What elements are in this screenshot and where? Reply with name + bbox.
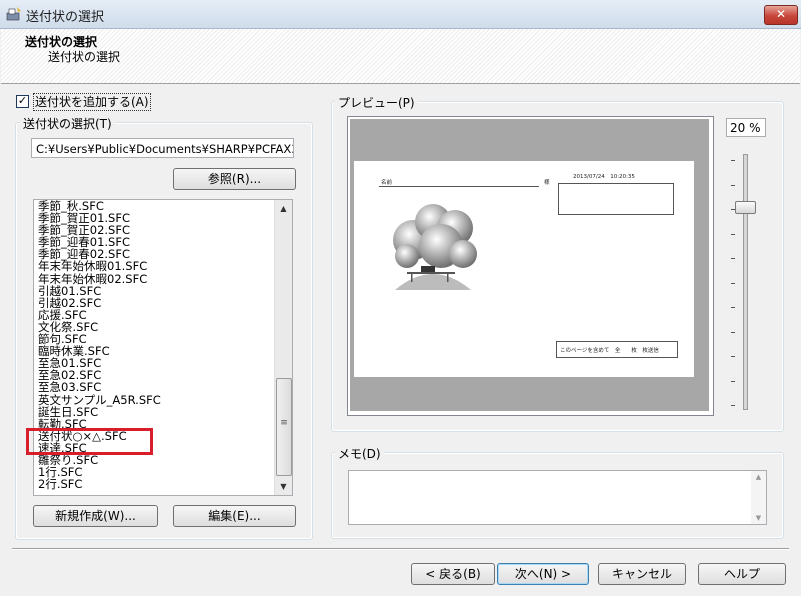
zoom-slider-thumb[interactable]: [735, 201, 756, 214]
list-item[interactable]: 英文サンプル_A5R.SFC: [38, 393, 274, 406]
list-scrollbar[interactable]: ▲ ≡ ▼: [274, 200, 292, 495]
new-coversheet-button[interactable]: 新規作成(W)...: [33, 505, 158, 527]
list-item[interactable]: 誕生日.SFC: [38, 406, 274, 418]
list-item[interactable]: 引越01.SFC: [38, 285, 274, 297]
fax-app-icon: [6, 7, 21, 21]
memo-group-label: メモ(D): [335, 445, 384, 462]
slider-tick: [731, 184, 735, 186]
slider-tick: [731, 282, 735, 284]
coversheet-group-label: 送付状の選択(T): [20, 115, 115, 132]
grip-icon: ≡: [280, 418, 288, 428]
preview-pages-box: このページを含めて 全 枚 枚送信: [556, 341, 678, 358]
scroll-down-arrow-icon[interactable]: ▼: [275, 478, 292, 495]
title-bar: 送付状の選択 ✕: [0, 0, 801, 29]
browse-button[interactable]: 参照(R)...: [173, 168, 296, 190]
wizard-header: 送付状の選択 送付状の選択: [1, 29, 800, 84]
memo-textarea[interactable]: ▲ ▼: [348, 470, 767, 525]
slider-tick: [731, 380, 735, 382]
next-button[interactable]: 次へ(N) >: [497, 563, 589, 585]
slider-tick: [731, 331, 735, 333]
memo-scroll-down-icon[interactable]: ▼: [751, 514, 766, 522]
back-button[interactable]: < 戻る(B): [411, 563, 495, 585]
add-coversheet-checkbox[interactable]: ✓: [16, 95, 29, 108]
slider-tick: [731, 356, 735, 357]
slider-tick: [731, 233, 735, 235]
memo-scroll-up-icon[interactable]: ▲: [751, 473, 766, 481]
preview-honorific: 様: [544, 180, 550, 186]
add-coversheet-label[interactable]: 送付状を追加する(A): [33, 93, 151, 111]
list-item[interactable]: 年末年始休暇02.SFC: [38, 273, 274, 285]
folder-path-field[interactable]: C:¥Users¥Public¥Documents¥SHARP¥PCFAX3¥C…: [31, 138, 294, 158]
slider-tick: [731, 160, 735, 161]
header-subtitle: 送付状の選択: [48, 50, 121, 64]
preview-name-line: [379, 186, 539, 187]
preview-datetime: 2013/07/24 10:20:35: [573, 174, 635, 180]
preview-address-box: [558, 183, 674, 215]
cancel-button[interactable]: キャンセル: [598, 563, 686, 585]
list-item[interactable]: 2行.SFC: [38, 478, 274, 490]
slider-tick: [731, 307, 735, 308]
slider-tick: [731, 258, 735, 259]
add-coversheet-row[interactable]: ✓ 送付状を追加する(A): [16, 93, 316, 113]
list-item[interactable]: 至急03.SFC: [38, 381, 274, 393]
close-button[interactable]: ✕: [764, 5, 798, 25]
scroll-thumb[interactable]: ≡: [276, 378, 292, 476]
preview-name-label: 名前: [381, 180, 393, 186]
preview-clipart-illustration: [393, 204, 477, 290]
preview-page: 名前 様 2013/07/24 10:20:35 このページを含めて 全 枚 枚…: [354, 161, 694, 377]
preview-group-label: プレビュー(P): [335, 94, 418, 111]
scroll-up-arrow-icon[interactable]: ▲: [275, 200, 292, 217]
memo-scrollbar[interactable]: ▲ ▼: [751, 471, 766, 524]
memo-text: [349, 471, 766, 475]
list-item[interactable]: 年末年始休暇01.SFC: [38, 260, 274, 272]
selected-item-highlight: [26, 428, 153, 455]
zoom-percent-field[interactable]: 20 %: [726, 118, 766, 137]
help-button[interactable]: ヘルプ: [698, 563, 786, 585]
edit-coversheet-button[interactable]: 編集(E)...: [173, 505, 296, 527]
window-title: 送付状の選択: [26, 10, 105, 25]
zoom-slider-track[interactable]: [743, 154, 748, 410]
slider-tick: [731, 405, 735, 406]
preview-pages-text: このページを含めて 全 枚 枚送信: [560, 348, 659, 354]
footer-separator: [12, 548, 789, 549]
